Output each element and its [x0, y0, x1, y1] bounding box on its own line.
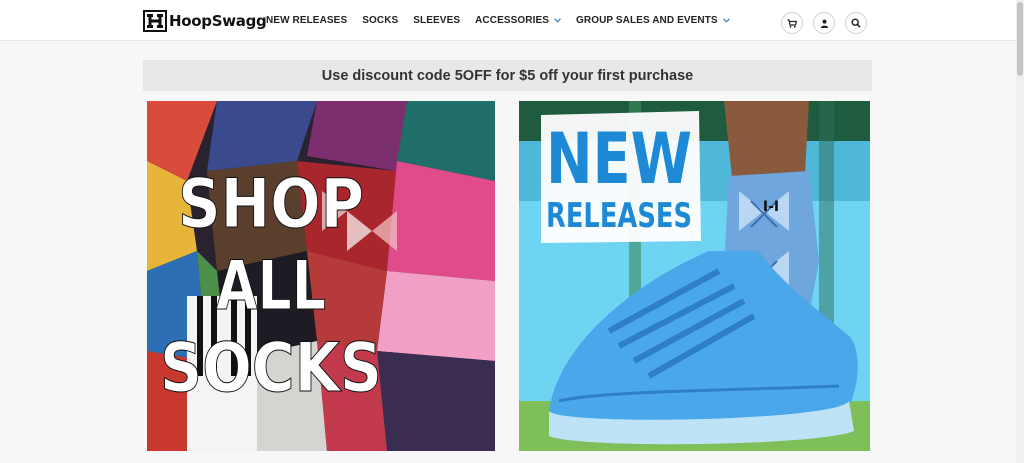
svg-text:I-I: I-I: [763, 199, 779, 215]
shop-line: SHOP: [178, 165, 364, 244]
releases-line: RELEASES: [546, 196, 692, 236]
nav-label: SOCKS: [362, 14, 399, 26]
page-scrollbar[interactable]: [1016, 0, 1024, 463]
logo-mark-icon: [143, 10, 167, 32]
shop-all-socks-tile[interactable]: SHOP ALL SOCKS: [147, 101, 495, 451]
search-button[interactable]: [845, 12, 867, 34]
nav-new-releases[interactable]: NEW RELEASES: [266, 15, 347, 26]
nav-label: ACCESSORIES: [475, 14, 550, 26]
account-button[interactable]: [813, 12, 835, 34]
new-line: NEW: [546, 118, 692, 200]
socks-collage-image: SHOP ALL SOCKS: [147, 101, 495, 451]
promo-text: Use discount code 5OFF for $5 off your f…: [321, 67, 694, 84]
new-releases-image: I-I NEW RELEASES: [519, 101, 870, 451]
nav-group-sales[interactable]: GROUP SALES AND EVENTS: [576, 15, 730, 26]
nav-accessories[interactable]: ACCESSORIES: [475, 15, 561, 26]
scrollbar-thumb[interactable]: [1017, 2, 1023, 76]
socks-line: SOCKS: [160, 329, 382, 408]
nav-label: GROUP SALES AND EVENTS: [576, 14, 718, 26]
all-line: ALL: [216, 247, 326, 326]
chevron-down-icon: [554, 17, 561, 23]
nav-sleeves[interactable]: SLEEVES: [413, 15, 460, 26]
cart-button[interactable]: [781, 12, 803, 34]
cart-icon: [787, 18, 797, 28]
logo[interactable]: HoopSwagg: [143, 9, 267, 33]
nav-label: NEW RELEASES: [266, 14, 348, 26]
user-icon: [820, 19, 828, 28]
promo-banner: Use discount code 5OFF for $5 off your f…: [143, 60, 872, 91]
nav-socks[interactable]: SOCKS: [362, 15, 398, 26]
logo-text: HoopSwagg: [169, 12, 267, 30]
search-icon: [851, 18, 861, 28]
chevron-down-icon: [722, 17, 730, 23]
main-nav: NEW RELEASES SOCKS SLEEVES ACCESSORIES G…: [266, 0, 745, 40]
new-releases-tile[interactable]: I-I NEW RELEASES: [519, 101, 870, 451]
site-header: HoopSwagg NEW RELEASES SOCKS SLEEVES ACC…: [0, 0, 1016, 41]
nav-label: SLEEVES: [413, 14, 461, 26]
